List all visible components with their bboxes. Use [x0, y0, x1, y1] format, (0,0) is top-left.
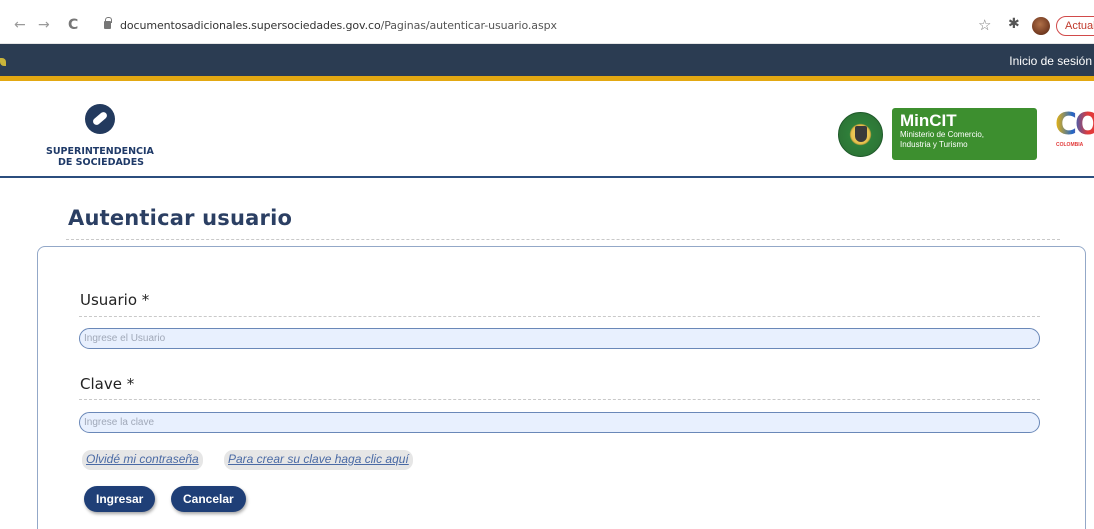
- forgot-password-link[interactable]: Olvidé mi contraseña: [82, 450, 203, 470]
- profile-avatar[interactable]: [1032, 17, 1050, 35]
- cancel-button[interactable]: Cancelar: [171, 486, 246, 512]
- create-password-link[interactable]: Para crear su clave haga clic aquí: [224, 450, 413, 470]
- forward-arrow-icon[interactable]: →: [38, 18, 50, 32]
- submit-button[interactable]: Ingresar: [84, 486, 156, 512]
- password-label: Clave *: [80, 375, 135, 393]
- user-label-divider: [79, 316, 1040, 317]
- url-host: documentosadicionales.supersociedades.go…: [120, 19, 381, 32]
- browser-toolbar: ← → C documentosadicionales.supersocieda…: [0, 8, 1094, 44]
- supersociedades-logo-icon[interactable]: [85, 104, 115, 134]
- address-bar[interactable]: documentosadicionales.supersociedades.go…: [120, 19, 557, 32]
- password-input[interactable]: [79, 412, 1040, 433]
- update-button[interactable]: Actual: [1056, 16, 1094, 36]
- top-bar-accent-stripe: [0, 76, 1094, 81]
- password-label-divider: [79, 399, 1040, 400]
- mincit-subtitle-2: Industria y Turismo: [900, 140, 968, 149]
- colombia-brand-logo[interactable]: CO COLOMBIA: [1050, 108, 1094, 160]
- leaf-icon: [0, 58, 6, 66]
- colombia-coat-of-arms-icon: [838, 112, 883, 157]
- colombia-co-mark: CO: [1055, 110, 1094, 140]
- mincit-subtitle-1: Ministerio de Comercio,: [900, 130, 985, 139]
- user-input[interactable]: [79, 328, 1040, 349]
- reload-icon[interactable]: C: [68, 18, 78, 32]
- site-header: SUPERINTENDENCIA DE SOCIEDADES MinCIT Mi…: [0, 86, 1094, 178]
- mincit-logo[interactable]: MinCIT Ministerio de Comercio, Industria…: [892, 108, 1037, 160]
- user-label: Usuario *: [80, 291, 150, 309]
- bookmark-star-icon[interactable]: ☆: [978, 16, 991, 34]
- back-arrow-icon[interactable]: ←: [14, 18, 26, 32]
- colombia-word: COLOMBIA: [1056, 142, 1084, 148]
- title-divider: [66, 239, 1060, 240]
- lock-icon[interactable]: [104, 17, 112, 29]
- extensions-icon[interactable]: ✱: [1008, 16, 1020, 32]
- supersociedades-name: SUPERINTENDENCIA DE SOCIEDADES: [46, 146, 176, 168]
- ss-name-line2: DE SOCIEDADES: [57, 157, 145, 168]
- ss-name-line1: SUPERINTENDENCIA: [46, 146, 154, 157]
- page-title: Autenticar usuario: [68, 206, 293, 230]
- site-top-bar: Inicio de sesión: [0, 44, 1094, 81]
- login-link[interactable]: Inicio de sesión: [1009, 54, 1092, 68]
- url-path: /Paginas/autenticar-usuario.aspx: [380, 19, 557, 32]
- mincit-title: MinCIT: [900, 111, 957, 130]
